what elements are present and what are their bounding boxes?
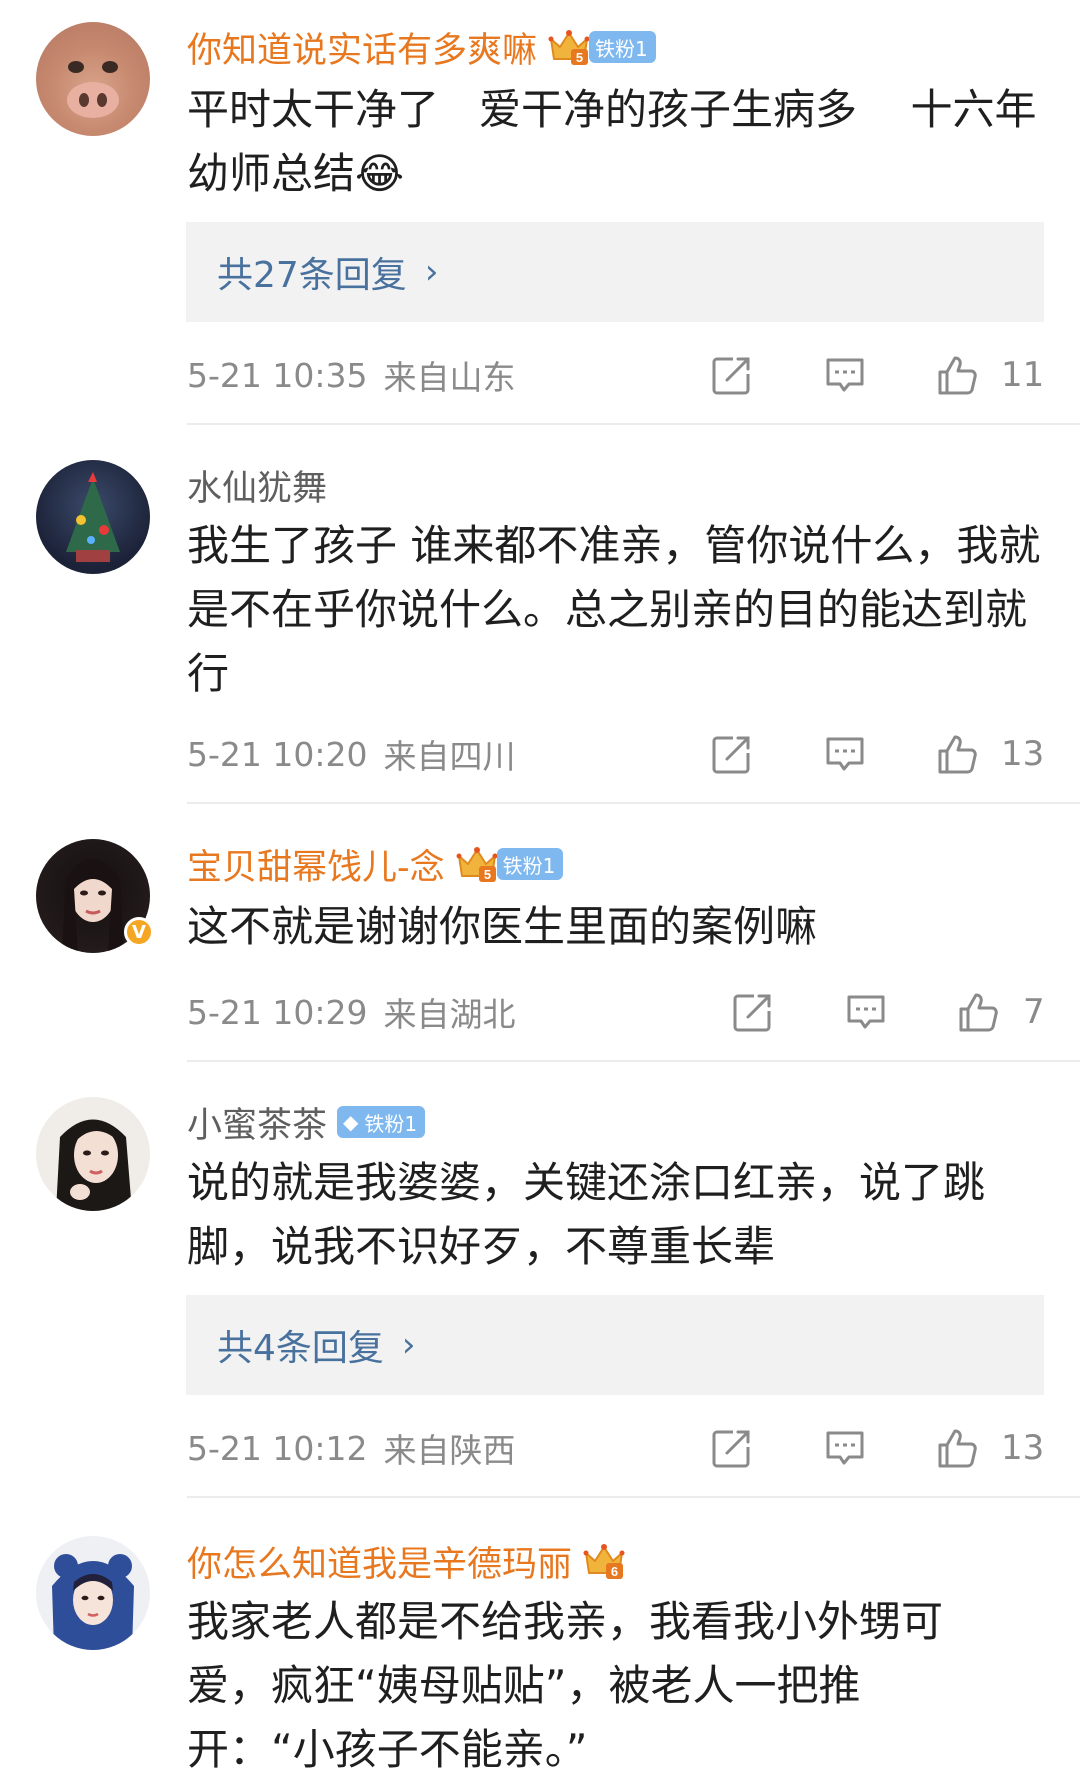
username[interactable]: 你知道说实话有多爽嘛	[187, 22, 537, 73]
comment-text: 这不就是谢谢你医生里面的案例嘛	[187, 902, 818, 951]
crown-icon: 5	[455, 844, 499, 884]
replies-link[interactable]: 共4条回复 ›	[186, 1295, 1044, 1395]
comment-icon[interactable]	[823, 353, 867, 397]
user-row: 你怎么知道我是辛德玛丽 6	[187, 1536, 626, 1586]
chevron-right-icon: ›	[424, 252, 439, 292]
fan-badge: 铁粉1	[589, 31, 656, 63]
replies-link[interactable]: 共27条回复 ›	[186, 222, 1044, 322]
thumbs-up-icon[interactable]	[935, 1426, 979, 1470]
crown-icon: 6	[582, 1541, 626, 1581]
fan-level: 5	[484, 867, 491, 882]
user-row: 小蜜茶茶 ◆ 铁粉1	[187, 1097, 426, 1148]
thumbs-up-icon[interactable]	[935, 732, 979, 776]
comment-date: 5-21 10:12	[187, 1428, 368, 1468]
repost-icon[interactable]	[730, 990, 774, 1034]
like-count: 13	[1001, 734, 1045, 774]
avatar[interactable]	[36, 22, 150, 136]
avatar[interactable]: V	[36, 839, 154, 953]
divider	[187, 423, 1080, 425]
comment-location: 来自湖北	[383, 995, 516, 1034]
comment-icon[interactable]	[823, 1426, 867, 1470]
username[interactable]: 宝贝甜幂饯儿-念	[187, 839, 445, 890]
comment-text: 我生了孩子 谁来都不准亲，管你说什么，我就是不在乎你说什么。总之别亲的目的能达到…	[187, 521, 1041, 698]
username[interactable]: 水仙犹舞	[187, 460, 327, 511]
verified-badge: V	[124, 917, 154, 947]
repost-icon[interactable]	[709, 1426, 753, 1470]
avatar[interactable]	[36, 1097, 150, 1211]
comment-location: 来自四川	[383, 737, 516, 776]
crown-icon: 5	[547, 27, 591, 67]
repost-icon[interactable]	[709, 732, 753, 776]
username[interactable]: 小蜜茶茶	[187, 1097, 327, 1148]
user-row: 水仙犹舞	[187, 460, 327, 510]
comment-icon[interactable]	[823, 732, 867, 776]
comment-date: 5-21 10:35	[187, 355, 368, 395]
comment-date: 5-21 10:20	[187, 734, 368, 774]
fan-badge: 铁粉1	[496, 848, 564, 880]
avatar[interactable]	[36, 460, 150, 574]
comment-icon[interactable]	[844, 990, 888, 1034]
fan-badge: ◆ 铁粉1	[337, 1106, 426, 1138]
fan-level: 5	[576, 50, 583, 65]
chevron-right-icon: ›	[401, 1325, 416, 1365]
diamond-icon: ◆	[343, 1110, 359, 1134]
user-row: 宝贝甜幂饯儿-念 5 铁粉1	[187, 839, 564, 890]
username[interactable]: 你怎么知道我是辛德玛丽	[187, 1536, 572, 1587]
meta-row: 5-21 10:20 来自四川 13	[187, 726, 1047, 782]
comment-location: 来自陕西	[383, 1431, 516, 1470]
comment-location: 来自山东	[383, 358, 516, 397]
meta-row: 5-21 10:12 来自陕西 13	[187, 1420, 1047, 1476]
comment-date: 5-21 10:29	[187, 992, 368, 1032]
fan-level: 6	[611, 1564, 618, 1579]
comment-text: 平时太干净了 爱干净的孩子生病多 十六年幼师总结😂	[187, 85, 1037, 198]
fan-badge-label: 铁粉1	[595, 36, 648, 61]
thumbs-up-icon[interactable]	[956, 990, 1000, 1034]
user-row: 你知道说实话有多爽嘛 5 铁粉1	[187, 22, 656, 72]
like-count: 7	[1023, 992, 1045, 1032]
like-count: 11	[1001, 355, 1045, 395]
avatar[interactable]	[36, 1536, 150, 1650]
thumbs-up-icon[interactable]	[935, 353, 979, 397]
replies-label: 共27条回复	[217, 255, 407, 296]
meta-row: 5-21 10:29 来自湖北 7	[187, 984, 1047, 1040]
divider	[187, 1496, 1080, 1498]
repost-icon[interactable]	[709, 353, 753, 397]
comment-text: 说的就是我婆婆，关键还涂口红亲，说了跳脚，说我不识好歹，不尊重长辈	[187, 1158, 986, 1271]
comment-text: 我家老人都是不给我亲，我看我小外甥可爱，疯狂“姨母贴贴”，被老人一把推开：“小孩…	[187, 1597, 944, 1774]
meta-row: 5-21 10:35 来自山东 11	[187, 347, 1047, 403]
fan-badge-label: 铁粉1	[364, 1111, 418, 1136]
fan-badge-label: 铁粉1	[502, 853, 556, 878]
replies-label: 共4条回复	[217, 1328, 384, 1369]
like-count: 13	[1001, 1428, 1045, 1468]
divider	[187, 802, 1080, 804]
divider	[187, 1060, 1080, 1062]
